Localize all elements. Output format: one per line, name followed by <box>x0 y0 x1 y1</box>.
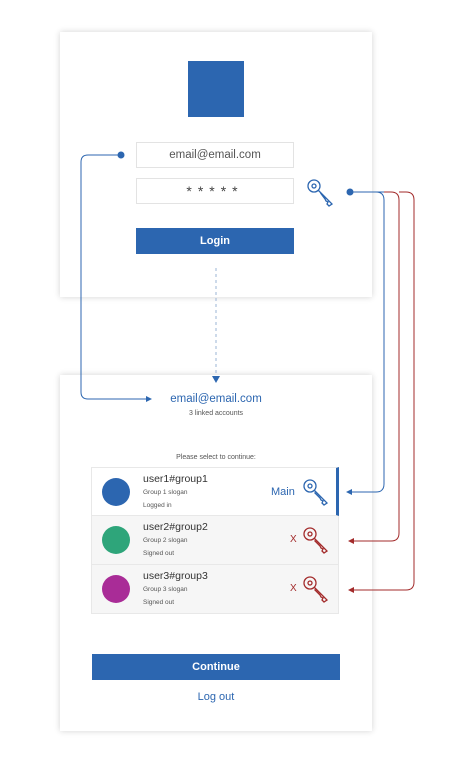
flow-arrowhead <box>348 587 354 593</box>
flow-line-main <box>352 191 385 493</box>
flow-arrowhead <box>348 538 354 544</box>
flow-line-user2 <box>354 191 400 542</box>
flow-connectors <box>80 151 415 593</box>
flow-arrowhead <box>146 396 152 402</box>
flow-line-email <box>80 154 146 400</box>
key-icon <box>307 179 334 207</box>
flow-arrowhead <box>346 489 352 495</box>
flow-arrowhead <box>212 376 220 383</box>
